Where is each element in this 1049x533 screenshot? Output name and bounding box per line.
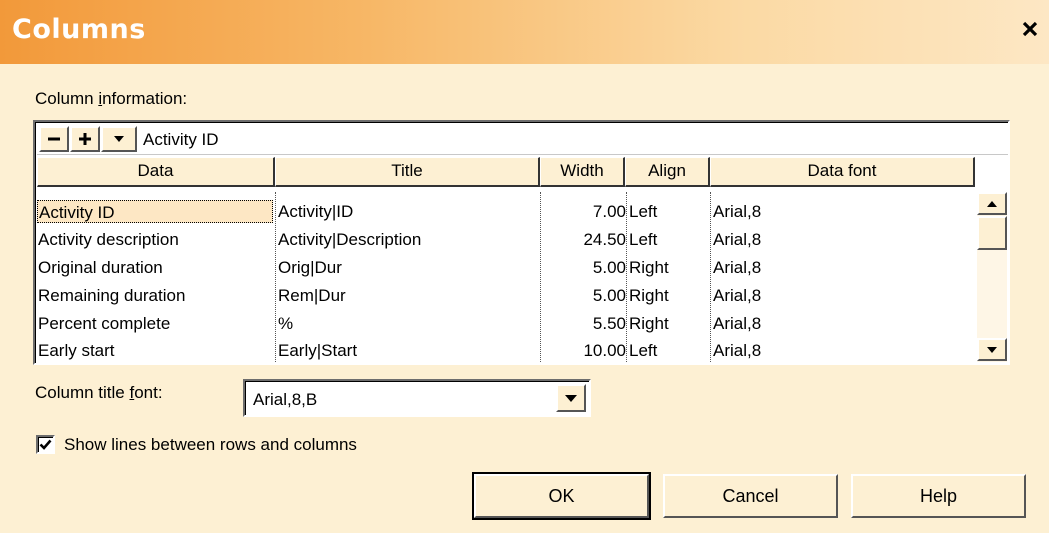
table-row[interactable]: Activity ID Activity|ID 7.00 Left Arial,… [37,200,975,223]
table-row[interactable]: Percent complete % 5.50 Right Arial,8 [37,312,975,335]
add-column-button[interactable] [70,126,100,152]
plus-icon [79,133,91,145]
cell-align[interactable]: Left [629,200,711,223]
grid-rows: Activity ID Activity|ID 7.00 Left Arial,… [37,192,975,362]
scroll-up-button[interactable] [977,192,1007,215]
scroll-down-button[interactable] [977,338,1007,361]
header-data-font[interactable]: Data font [710,157,975,187]
cell-data[interactable]: Activity description [38,228,274,251]
cell-align[interactable]: Left [629,228,711,251]
title-bar[interactable]: Columns [0,0,1049,64]
cell-align[interactable]: Left [629,339,711,362]
cancel-button[interactable]: Cancel [663,474,838,518]
cell-data[interactable]: Early start [38,339,274,362]
scroll-down-icon [987,346,997,353]
cell-data-font[interactable]: Arial,8 [713,256,973,279]
font-dropdown-button[interactable] [556,384,586,412]
table-row[interactable]: Early start Early|Start 10.00 Left Arial… [37,339,975,362]
cell-title[interactable]: Activity|ID [278,200,538,223]
table-row[interactable]: Activity description Activity|Descriptio… [37,228,975,251]
show-lines-checkbox[interactable] [36,435,55,454]
cell-data-font[interactable]: Arial,8 [713,200,973,223]
remove-column-button[interactable] [39,126,69,152]
cell-align[interactable]: Right [629,256,711,279]
header-align[interactable]: Align [625,157,710,187]
header-data[interactable]: Data [37,157,275,187]
show-lines-label[interactable]: Show lines between rows and columns [64,435,357,455]
cell-title[interactable]: Rem|Dur [278,284,538,307]
cell-data[interactable]: Original duration [38,256,274,279]
grid-edit-bar: Activity ID [37,124,1008,155]
cell-data[interactable]: Percent complete [38,312,274,335]
scroll-up-icon [987,200,997,207]
header-width[interactable]: Width [540,157,625,187]
ok-button[interactable]: OK [472,472,651,520]
close-icon [1022,21,1038,37]
dropdown-arrow-icon [565,394,577,402]
cell-width[interactable]: 10.00 [543,339,627,362]
cell-title[interactable]: Orig|Dur [278,256,538,279]
cell-width[interactable]: 5.00 [543,284,627,307]
columns-grid: Activity ID Data Title Width Align Data … [33,120,1010,365]
column-picker-dropdown-button[interactable] [101,126,137,152]
cell-width[interactable]: 24.50 [543,228,627,251]
minus-icon [48,137,60,141]
cell-data-font[interactable]: Arial,8 [713,339,973,362]
table-row[interactable]: Original duration Orig|Dur 5.00 Right Ar… [37,256,975,279]
cell-width[interactable]: 5.00 [543,256,627,279]
cell-data-font[interactable]: Arial,8 [713,284,973,307]
checkmark-icon [39,439,52,450]
column-title-font-select[interactable]: Arial,8,B [243,379,591,417]
header-title[interactable]: Title [275,157,540,187]
scrollbar-thumb[interactable] [977,216,1007,250]
dropdown-arrow-icon [114,136,124,142]
cell-data-font[interactable]: Arial,8 [713,228,973,251]
column-title-font-label: Column title font: [35,383,163,402]
cell-data[interactable]: Remaining duration [38,284,274,307]
grid-vertical-scrollbar[interactable] [977,192,1007,362]
cell-title[interactable]: Early|Start [278,339,538,362]
cell-width[interactable]: 5.50 [543,312,627,335]
cell-align[interactable]: Right [629,312,711,335]
table-row[interactable]: Remaining duration Rem|Dur 5.00 Right Ar… [37,284,975,307]
cell-edit-field[interactable]: Activity ID [143,130,219,150]
help-button[interactable]: Help [851,474,1026,518]
cell-align[interactable]: Right [629,284,711,307]
cell-title[interactable]: Activity|Description [278,228,538,251]
cell-width[interactable]: 7.00 [543,200,627,223]
cell-title[interactable]: % [278,312,538,335]
column-title-font-value: Arial,8,B [253,390,318,409]
dialog-title: Columns [12,14,146,45]
column-information-label: Column information: [35,89,188,108]
cell-data-font[interactable]: Arial,8 [713,312,973,335]
columns-dialog: Columns Column information: Activity ID … [0,0,1049,533]
cell-data[interactable]: Activity ID [37,200,273,223]
close-button[interactable] [1017,16,1043,44]
